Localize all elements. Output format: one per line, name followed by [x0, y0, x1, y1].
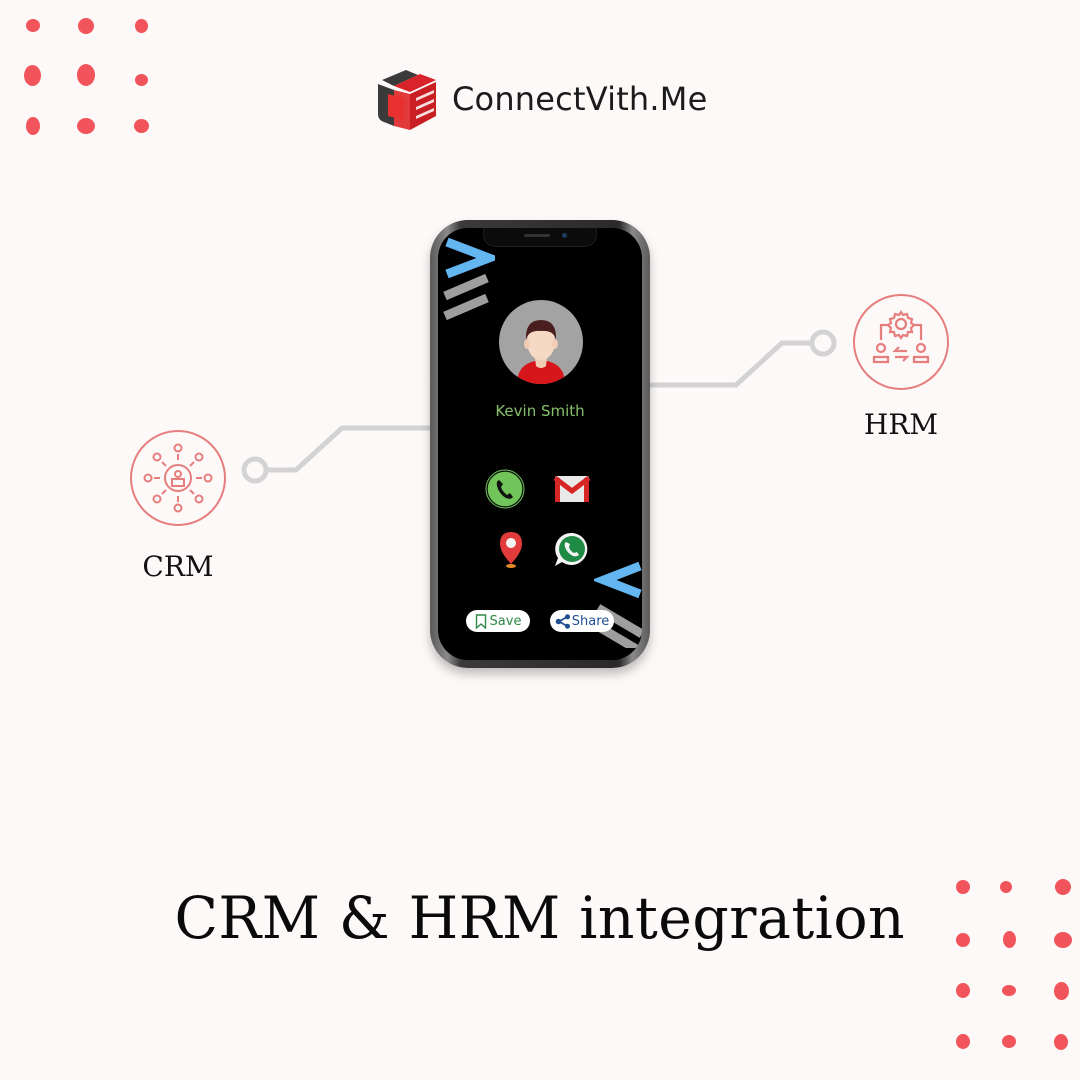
whatsapp-icon	[555, 532, 588, 566]
crm-badge[interactable]	[130, 430, 226, 526]
hrm-connector-node	[809, 329, 837, 357]
chevron-blue	[445, 237, 495, 279]
chevron-blue	[594, 561, 642, 599]
headline-text: CRM & HRM integration	[174, 884, 906, 952]
decorative-chevrons-bottom	[594, 561, 642, 648]
phone-call-button[interactable]	[485, 469, 525, 509]
whatsapp-button[interactable]	[552, 530, 592, 570]
phone-icon	[485, 469, 525, 509]
crm-network-icon	[143, 443, 213, 513]
email-button[interactable]	[552, 469, 592, 509]
hrm-label: HRM	[863, 408, 939, 441]
front-camera	[562, 233, 567, 238]
phone-screen: Kevin Smith Save Share	[438, 228, 642, 660]
headline: CRM & HRM integration	[0, 884, 1080, 952]
hrm-gear-exchange-icon	[872, 310, 930, 364]
crm-label: CRM	[142, 550, 214, 583]
crm-connector-line	[263, 425, 435, 473]
save-button-label: Save	[489, 613, 522, 629]
stripe-gray	[443, 293, 489, 321]
share-button[interactable]: Share	[550, 610, 614, 632]
phone-notch	[483, 228, 597, 247]
hrm-badge[interactable]	[853, 294, 949, 390]
person-avatar-icon	[517, 320, 565, 384]
decorative-chevrons-top	[443, 237, 495, 321]
map-pin-icon	[500, 532, 522, 568]
location-button[interactable]	[491, 530, 531, 570]
hrm-connector-line	[647, 340, 815, 388]
share-icon	[555, 613, 570, 629]
bookmark-icon	[475, 613, 486, 629]
stripe-gray	[443, 273, 489, 301]
save-button[interactable]: Save	[466, 610, 530, 632]
share-button-label: Share	[571, 613, 610, 629]
contact-avatar	[499, 300, 583, 384]
contact-name: Kevin Smith	[495, 402, 585, 420]
speaker-grille	[524, 234, 550, 237]
phone-mockup: Kevin Smith Save Share	[430, 220, 650, 668]
gmail-icon	[553, 476, 591, 502]
crm-connector-node	[241, 456, 269, 484]
